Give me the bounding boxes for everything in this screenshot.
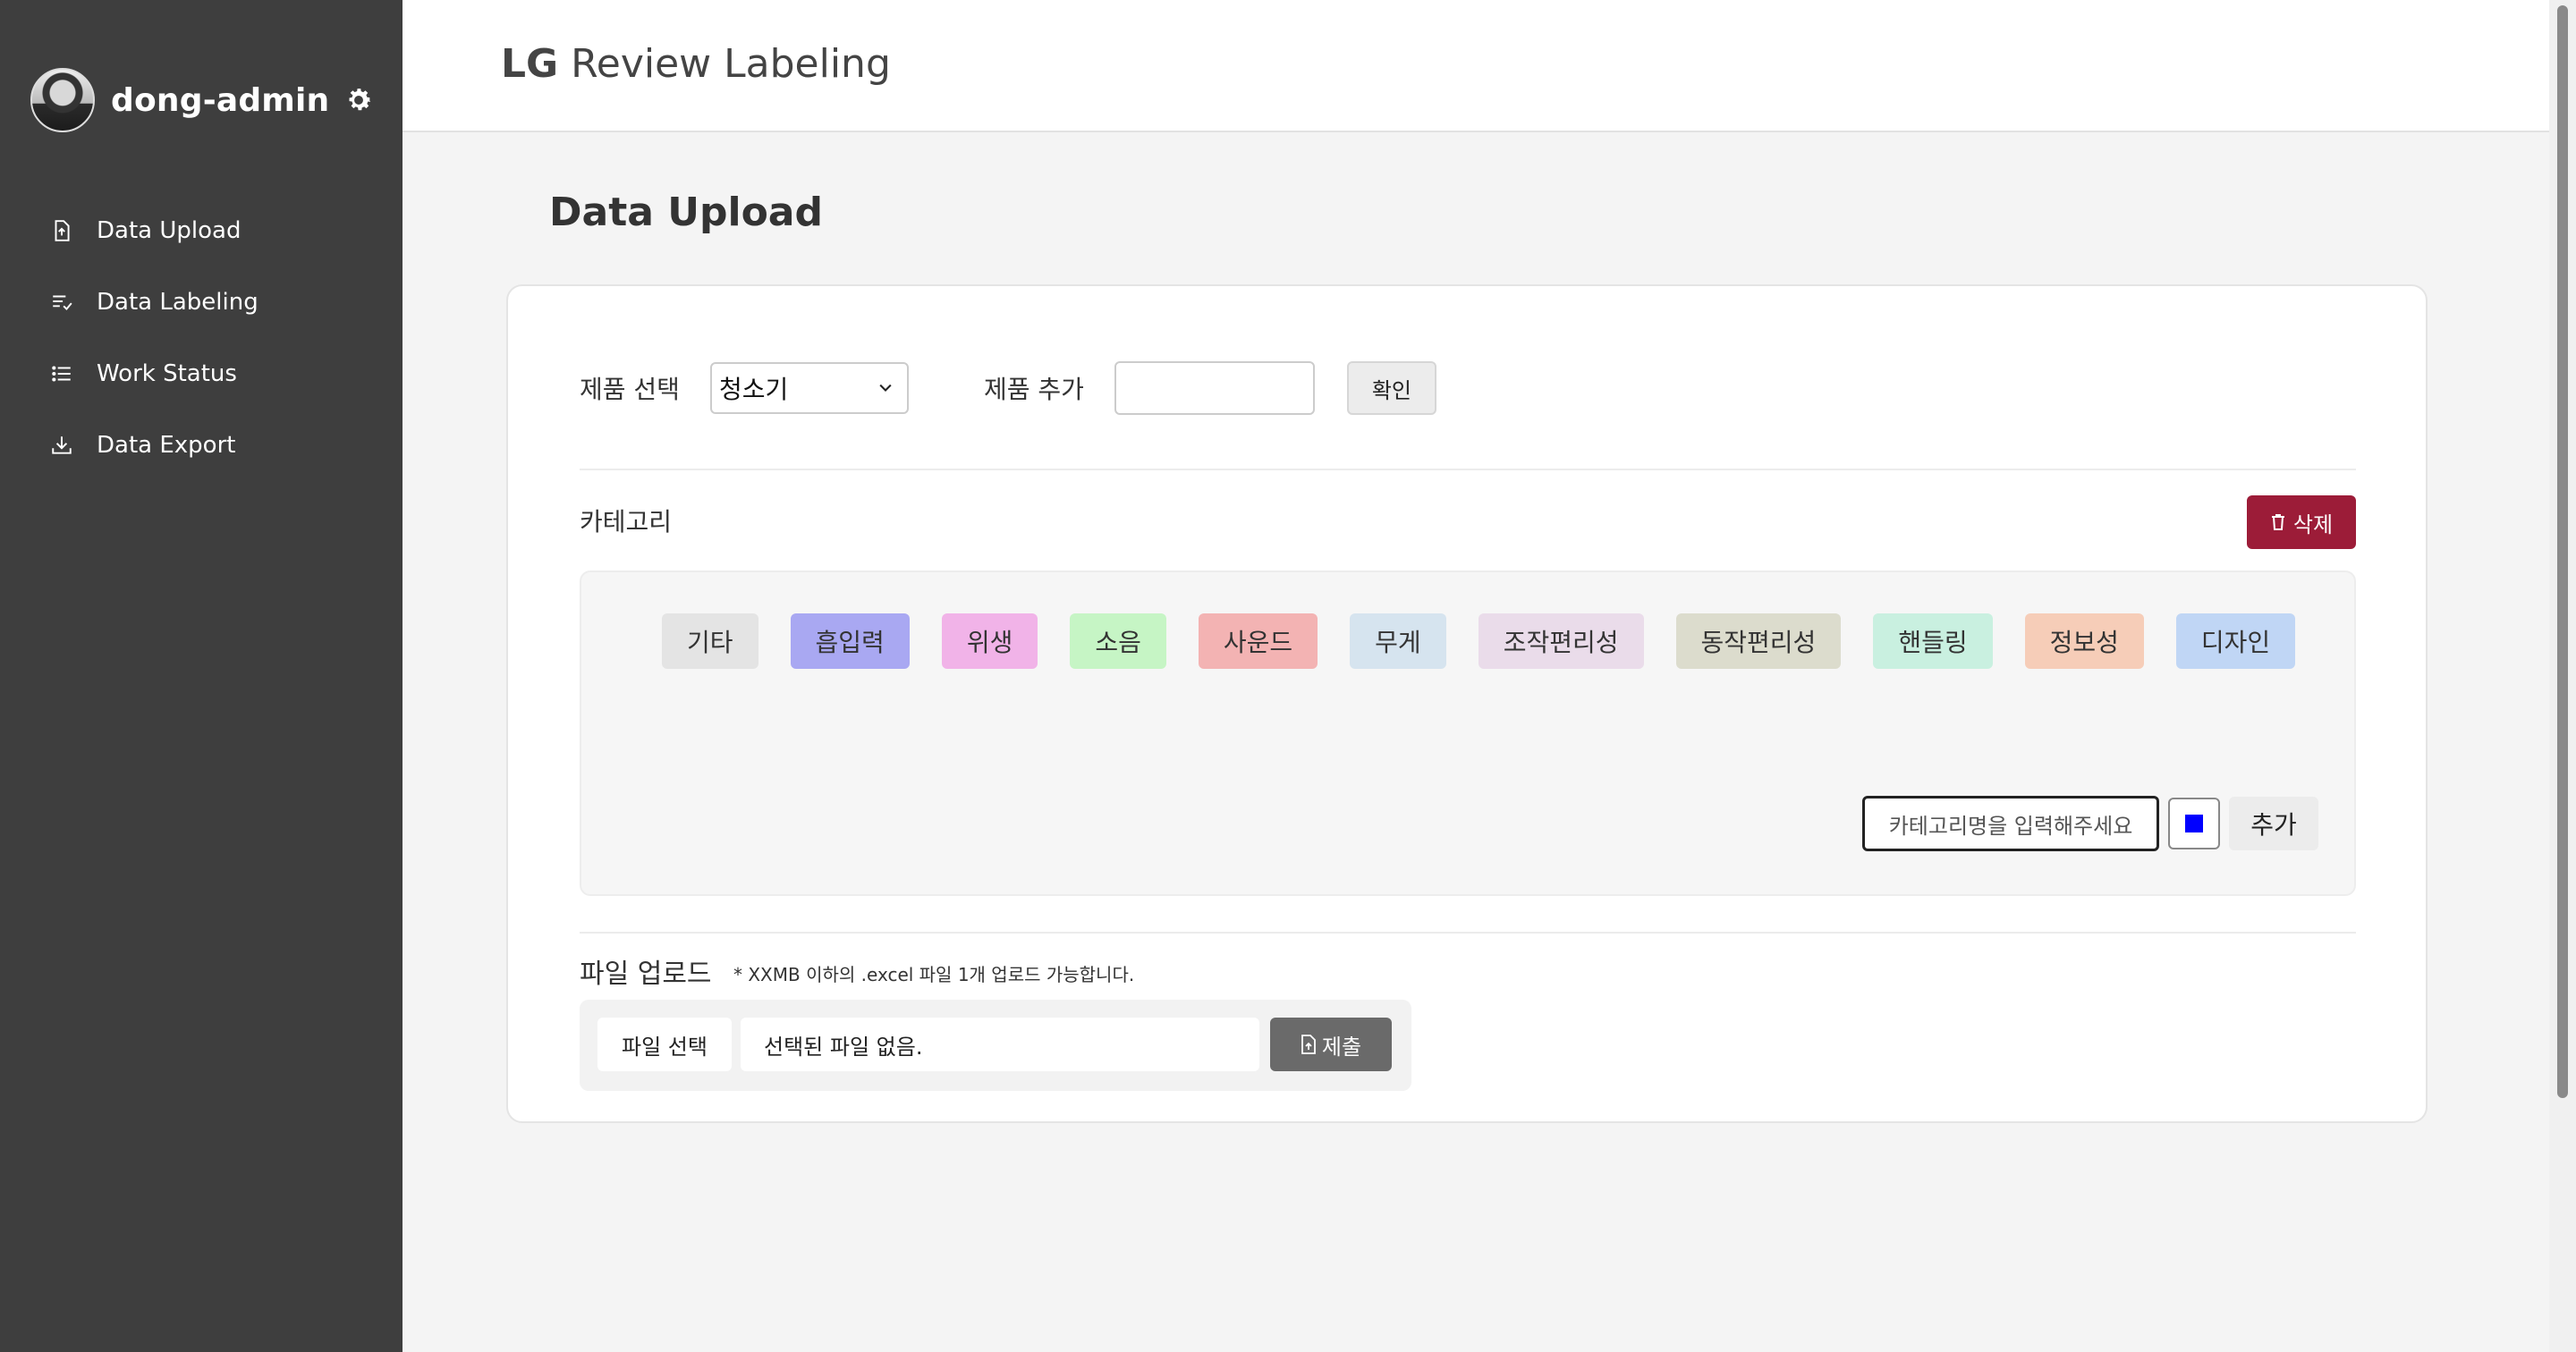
delete-button-label: 삭제 bbox=[2292, 511, 2334, 537]
category-chip[interactable]: 기타 bbox=[662, 613, 758, 669]
brand-logo: LG bbox=[501, 41, 559, 87]
top-header: LG Review Labeling bbox=[402, 0, 2549, 132]
selected-file-name: 선택된 파일 없음. bbox=[741, 1018, 1259, 1071]
list-icon bbox=[52, 366, 71, 382]
app-title: LG Review Labeling bbox=[501, 41, 891, 87]
file-upload-icon bbox=[55, 220, 70, 241]
confirm-button[interactable]: 확인 bbox=[1346, 361, 1436, 415]
color-swatch bbox=[2185, 815, 2203, 832]
sidebar-item-data-export[interactable]: Data Export bbox=[0, 410, 402, 481]
submit-button-label: 제출 bbox=[1321, 1034, 1362, 1060]
category-chip[interactable]: 디자인 bbox=[2175, 613, 2296, 669]
category-chips: 기타 흡입력 위생 소음 사운드 무게 조작편리성 동작편리성 핸들링 정보성 … bbox=[662, 613, 2327, 669]
category-area: 기타 흡입력 위생 소음 사운드 무게 조작편리성 동작편리성 핸들링 정보성 … bbox=[580, 570, 2356, 896]
app-window: dong-admin Data Upload Data Labeling Wor… bbox=[0, 0, 2576, 1352]
category-name-input[interactable]: 카테고리명을 입력해주세요 bbox=[1862, 796, 2159, 851]
divider bbox=[580, 469, 2356, 470]
category-chip[interactable]: 정보성 bbox=[2024, 613, 2144, 669]
sidebar-item-label: Work Status bbox=[97, 360, 237, 387]
avatar[interactable] bbox=[30, 68, 95, 132]
vertical-scrollbar[interactable] bbox=[2549, 0, 2576, 1352]
chevron-down-icon bbox=[879, 384, 892, 392]
upload-card: 제품 선택 청소기 제품 추가 확인 카테고리 삭제 기타 흡입력 위생 소음 … bbox=[506, 284, 2428, 1123]
color-picker-button[interactable] bbox=[2168, 798, 2220, 849]
sidebar-item-data-labeling[interactable]: Data Labeling bbox=[0, 266, 402, 338]
file-upload-box: 파일 선택 선택된 파일 없음. 제출 bbox=[580, 1000, 1411, 1091]
list-check-icon bbox=[53, 295, 72, 311]
category-chip[interactable]: 동작편리성 bbox=[1675, 613, 1842, 669]
category-chip[interactable]: 흡입력 bbox=[790, 613, 910, 669]
file-upload-label: 파일 업로드 bbox=[580, 959, 712, 990]
product-select-label: 제품 선택 bbox=[580, 375, 680, 404]
file-upload-note: * XXMB 이하의 .excel 파일 1개 업로드 가능합니다. bbox=[733, 964, 1135, 985]
profile: dong-admin bbox=[30, 68, 374, 132]
category-chip[interactable]: 조작편리성 bbox=[1478, 613, 1644, 669]
sidebar-item-label: Data Labeling bbox=[97, 289, 258, 316]
product-select-value: 청소기 bbox=[718, 375, 789, 404]
sidebar-nav: Data Upload Data Labeling Work Status Da… bbox=[0, 195, 402, 481]
app-title-text: Review Labeling bbox=[571, 41, 891, 87]
delete-button[interactable]: 삭제 bbox=[2247, 495, 2356, 549]
category-chip[interactable]: 위생 bbox=[941, 613, 1038, 669]
category-chip[interactable]: 무게 bbox=[1350, 613, 1446, 669]
category-chip[interactable]: 사운드 bbox=[1198, 613, 1318, 669]
file-upload-icon bbox=[1301, 1035, 1316, 1054]
sidebar-item-work-status[interactable]: Work Status bbox=[0, 338, 402, 410]
category-chip[interactable]: 소음 bbox=[1070, 613, 1166, 669]
gear-icon[interactable] bbox=[343, 85, 374, 115]
trash-icon bbox=[2271, 514, 2284, 530]
sidebar-item-label: Data Upload bbox=[97, 217, 242, 244]
sidebar-item-data-upload[interactable]: Data Upload bbox=[0, 195, 402, 266]
page-title: Data Upload bbox=[549, 190, 823, 235]
username: dong-admin bbox=[111, 81, 330, 119]
sidebar: dong-admin Data Upload Data Labeling Wor… bbox=[0, 0, 402, 1352]
category-add-row: 카테고리명을 입력해주세요 추가 bbox=[1862, 796, 2318, 851]
product-row: 제품 선택 청소기 제품 추가 확인 bbox=[580, 361, 1436, 415]
download-icon bbox=[52, 436, 72, 454]
add-category-button[interactable]: 추가 bbox=[2229, 797, 2318, 850]
product-select[interactable]: 청소기 bbox=[709, 362, 909, 414]
divider bbox=[580, 932, 2356, 934]
scrollbar-thumb[interactable] bbox=[2557, 5, 2568, 1098]
category-label: 카테고리 bbox=[580, 507, 673, 537]
submit-button[interactable]: 제출 bbox=[1270, 1018, 1392, 1071]
product-add-input[interactable] bbox=[1114, 361, 1315, 415]
product-add-label: 제품 추가 bbox=[983, 375, 1084, 404]
file-select-button[interactable]: 파일 선택 bbox=[597, 1018, 732, 1071]
sidebar-item-label: Data Export bbox=[97, 432, 236, 459]
category-chip[interactable]: 핸들링 bbox=[1873, 613, 1993, 669]
